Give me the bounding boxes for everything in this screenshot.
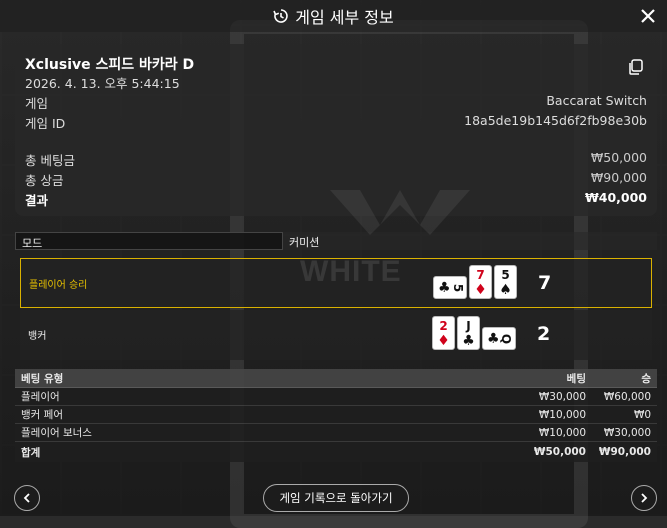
card-rank: 2 — [439, 319, 448, 333]
card-rank: J — [466, 319, 471, 333]
back-to-history-button[interactable]: 게임 기록으로 돌아가기 — [263, 484, 409, 512]
table-total-row: 합계 ₩50,000 ₩90,000 — [15, 442, 657, 462]
total-win-amount: ₩90,000 — [598, 446, 651, 458]
bet-table-header: 베팅 유형 베팅 승 — [15, 369, 657, 388]
mode-label: 모드 — [15, 232, 283, 250]
card-suit: ♣ — [462, 333, 475, 349]
card-suit: ♦ — [437, 333, 450, 349]
card-suit: ♣ — [487, 331, 500, 347]
bet-type-cell: 플레이어 보너스 — [21, 427, 92, 439]
total-bet-value: ₩50,000 — [590, 150, 647, 165]
player-card-2: 7 ♦ — [469, 265, 492, 299]
game-date: 2026. 4. 13. 오후 5:44:15 — [25, 76, 180, 91]
game-value: Baccarat Switch — [546, 93, 647, 108]
card-suit: ♠ — [499, 282, 512, 298]
win-amount-cell: ₩60,000 — [603, 390, 651, 403]
chevron-right-icon[interactable] — [631, 485, 657, 511]
header-win: 승 — [641, 372, 651, 385]
banker-outcome-row: 뱅커 2 ♦ J ♣ Q ♣ 2 — [20, 310, 652, 360]
bet-table: 베팅 유형 베팅 승 플레이어 ₩30,000 ₩60,000 뱅커 페어 ₩1… — [15, 369, 657, 462]
history-icon — [273, 8, 289, 24]
player-card-1: 5 ♣ — [433, 276, 467, 299]
card-rank: 7 — [476, 268, 485, 282]
game-label: 게임 — [25, 96, 49, 111]
table-row: 플레이어 ₩30,000 ₩60,000 — [15, 388, 657, 406]
banker-card-1: 2 ♦ — [432, 316, 455, 350]
bet-amount-cell: ₩10,000 — [538, 408, 586, 421]
header-bet: 베팅 — [566, 372, 586, 385]
close-icon[interactable] — [637, 5, 659, 27]
player-outcome-label: 플레이어 승리 — [29, 280, 88, 291]
card-rank: 5 — [501, 268, 510, 282]
result-value: ₩40,000 — [584, 190, 647, 205]
chevron-left-icon[interactable] — [14, 485, 40, 511]
banker-total: 2 — [537, 323, 551, 345]
game-name: Xclusive 스피드 바카라 D — [25, 57, 195, 73]
total-label: 합계 — [21, 446, 41, 459]
banker-outcome-label: 뱅커 — [28, 331, 47, 342]
game-id-value: 18a5de19b145d6f2fb98e30b — [464, 113, 647, 128]
win-amount-cell: ₩30,000 — [603, 426, 651, 439]
total-bet-amount: ₩50,000 — [533, 446, 586, 458]
game-row: 게임 Baccarat Switch — [25, 93, 647, 112]
win-amount-cell: ₩0 — [633, 408, 651, 421]
player-card-3: 5 ♠ — [494, 265, 517, 299]
watermark-logo — [330, 190, 470, 235]
bet-amount-cell: ₩10,000 — [538, 426, 586, 439]
total-bet-label: 총 베팅금 — [25, 153, 75, 168]
bet-type-cell: 플레이어 — [21, 391, 60, 403]
game-id-label: 게임 ID — [25, 116, 66, 131]
total-bet-row: 총 베팅금 ₩50,000 — [25, 150, 647, 169]
game-id-row: 게임 ID 18a5de19b145d6f2fb98e30b — [25, 113, 647, 132]
total-win-value: ₩90,000 — [590, 170, 647, 185]
table-row: 플레이어 보너스 ₩10,000 ₩30,000 — [15, 424, 657, 442]
card-rank: Q — [498, 333, 513, 345]
header-bar: 게임 세부 정보 — [0, 0, 667, 32]
page-title-group: 게임 세부 정보 — [273, 4, 394, 28]
page-title: 게임 세부 정보 — [295, 8, 394, 27]
header-bet-type: 베팅 유형 — [21, 372, 64, 385]
bet-type-cell: 뱅커 페어 — [21, 409, 63, 421]
card-suit: ♦ — [474, 282, 487, 298]
bet-amount-cell: ₩30,000 — [538, 390, 586, 403]
result-label: 결과 — [25, 193, 49, 208]
watermark-text: WHITE — [300, 255, 402, 288]
copy-icon[interactable] — [627, 58, 645, 76]
table-row: 뱅커 페어 ₩10,000 ₩0 — [15, 406, 657, 424]
banker-card-3: Q ♣ — [482, 327, 516, 350]
card-suit: ♣ — [438, 280, 451, 296]
banker-card-2: J ♣ — [457, 316, 480, 350]
player-total: 7 — [538, 272, 552, 294]
card-rank: 5 — [450, 283, 465, 293]
total-win-label: 총 상금 — [25, 173, 64, 188]
